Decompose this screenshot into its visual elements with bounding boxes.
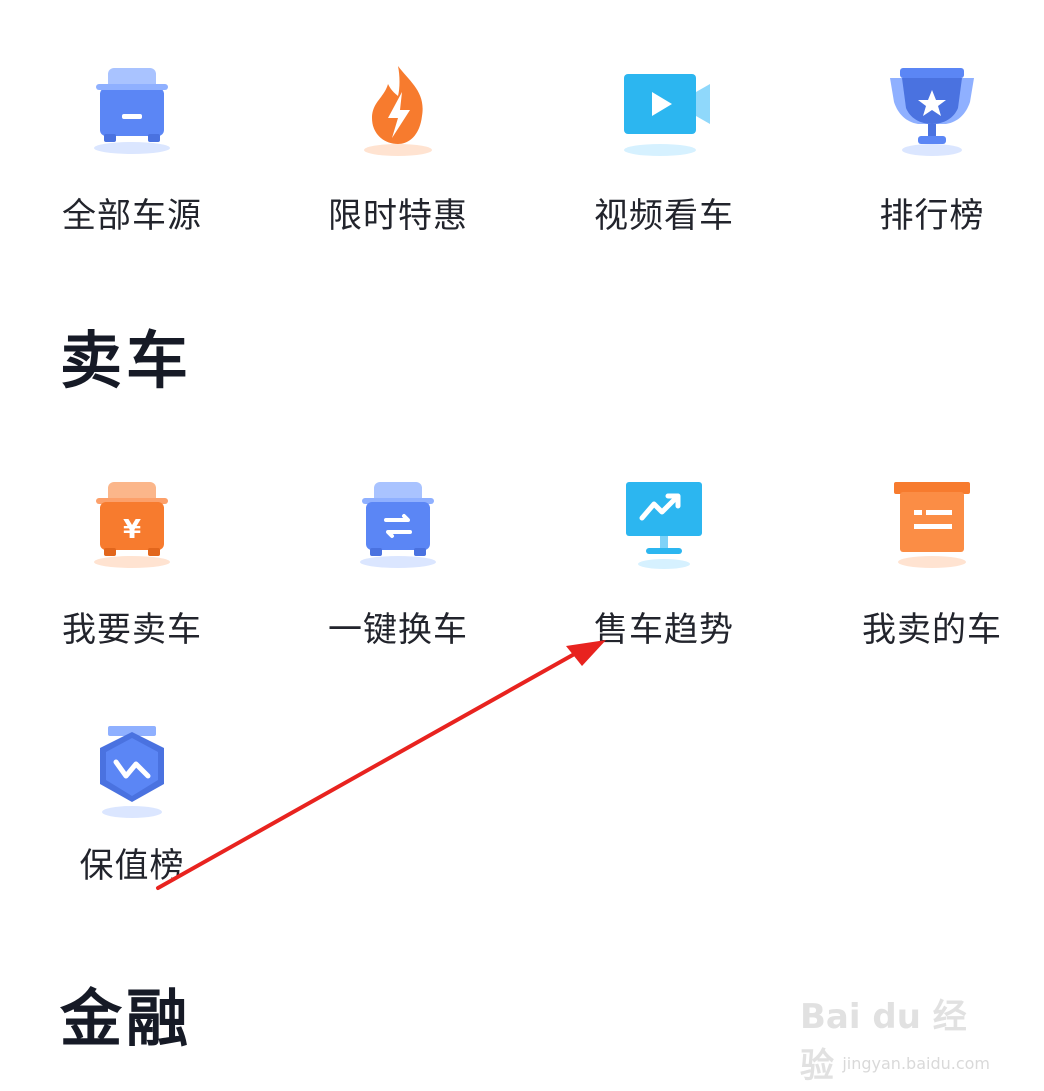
menu-item-value-ranking[interactable]: 保值榜 [2,722,262,886]
video-camera-icon [624,74,710,156]
menu-item-rankings[interactable]: 排行榜 [802,62,1044,236]
menu-item-swap-car[interactable]: 一键换车 [268,476,528,650]
menu-item-label: 保值榜 [79,846,185,886]
menu-item-sell-car[interactable]: ¥ 我要卖车 [2,476,262,650]
menu-item-all-cars[interactable]: 全部车源 [2,62,262,236]
menu-item-label: 排行榜 [879,196,985,236]
section-title-finance: 金融 [60,982,193,1055]
trend-monitor-icon [626,482,702,569]
menu-item-sales-trend[interactable]: 售车趋势 [534,476,794,650]
svg-text:¥: ¥ [123,515,141,545]
baidu-jingyan-watermark: Bai du 经验 jingyan.baidu.com [800,989,990,1086]
value-badge-icon [100,726,164,818]
trophy-icon [890,68,974,156]
menu-item-label: 视频看车 [594,196,734,236]
watermark-url: jingyan.baidu.com [842,1054,990,1073]
car-yuan-icon: ¥ [94,482,170,568]
menu-item-my-sold-cars[interactable]: 我卖的车 [802,476,1044,650]
box-list-icon [894,482,970,568]
menu-item-video-cars[interactable]: 视频看车 [534,62,794,236]
menu-item-label: 限时特惠 [328,196,468,236]
menu-item-label: 我卖的车 [862,610,1002,650]
menu-item-label: 我要卖车 [62,610,202,650]
menu-item-limited-offer[interactable]: 限时特惠 [268,62,528,236]
car-swap-icon [360,482,436,568]
menu-item-label: 售车趋势 [594,610,734,650]
car-icon [94,68,170,154]
menu-item-label: 一键换车 [328,610,468,650]
flame-lightning-icon [364,66,432,156]
section-title-sell: 卖车 [60,324,193,397]
menu-item-label: 全部车源 [62,196,202,236]
